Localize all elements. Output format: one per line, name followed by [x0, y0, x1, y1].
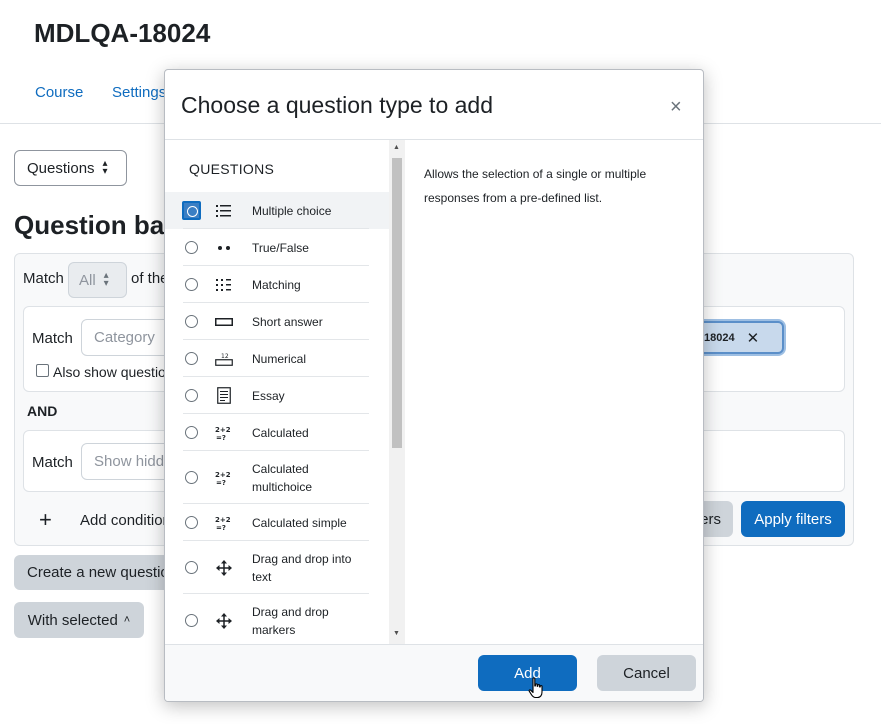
condition2-match-label: Match	[32, 454, 73, 471]
svg-text:2+2: 2+2	[215, 426, 231, 434]
question-type-multiple-choice[interactable]: Multiple choice	[165, 192, 389, 229]
radio-button[interactable]	[185, 389, 198, 402]
two-dots-icon	[215, 239, 233, 257]
radio-button[interactable]	[185, 315, 198, 328]
radio-button[interactable]	[185, 241, 198, 254]
question-type-description: Allows the selection of a single or mult…	[424, 167, 647, 205]
radio-button[interactable]	[185, 471, 198, 484]
nav-tab-settings[interactable]: Settings	[112, 84, 166, 101]
question-type-list: Multiple choice True/False Matching Shor…	[165, 140, 405, 644]
radio-button[interactable]	[185, 516, 198, 529]
match-type-select[interactable]: All ▴ ▾	[68, 262, 127, 298]
scroll-up-icon[interactable]: ▲	[393, 144, 400, 151]
svg-text:2+2: 2+2	[215, 516, 231, 524]
chevron-up-icon: ˄	[123, 614, 131, 626]
page-title: MDLQA-18024	[34, 18, 211, 48]
question-type-label: Short answer	[252, 314, 323, 329]
select-updown-icon: ▴ ▾	[102, 158, 108, 177]
question-type-label: True/False	[252, 240, 309, 255]
and-label: AND	[27, 403, 58, 419]
with-selected-button[interactable]: With selected ˄	[14, 602, 144, 638]
svg-text:=?: =?	[216, 434, 226, 441]
radio-button[interactable]	[185, 561, 198, 574]
essay-page-icon	[215, 387, 233, 405]
move-arrows-icon	[215, 559, 233, 577]
apply-filters-button[interactable]: Apply filters	[741, 501, 845, 537]
radio-button[interactable]	[185, 426, 198, 439]
select-updown-icon: ▴ ▾	[103, 270, 109, 289]
question-type-label: Calculated simple	[252, 515, 347, 530]
calculated-icon: 2+2 =?	[215, 424, 233, 442]
list-icon	[215, 202, 233, 220]
question-type-calculated[interactable]: 2+2 =? Calculated	[165, 414, 389, 451]
question-type-label: Multiple choice	[252, 203, 332, 218]
hand-cursor-icon	[528, 677, 544, 701]
question-type-numerical[interactable]: 12 Numerical	[165, 340, 389, 377]
question-type-calculated-simple[interactable]: 2+2 =? Calculated simple	[165, 504, 389, 541]
condition-category-value: Category	[94, 329, 155, 346]
close-icon[interactable]: ×	[670, 97, 682, 117]
condition-match-label: Match	[32, 330, 73, 347]
numerical-icon: 12	[215, 350, 233, 368]
scroll-down-icon[interactable]: ▼	[393, 630, 400, 637]
radio-button[interactable]	[185, 352, 198, 365]
question-type-calculated-multichoice[interactable]: 2+2 =? Calculated multichoice	[165, 451, 389, 504]
question-type-short-answer[interactable]: Short answer	[165, 303, 389, 340]
question-type-label: Calculated multichoice	[252, 461, 313, 494]
add-condition-button[interactable]: Add condition	[80, 512, 171, 529]
svg-text:2+2: 2+2	[215, 471, 231, 479]
scrollbar-thumb[interactable]	[392, 158, 402, 448]
radio-button[interactable]	[185, 278, 198, 291]
cancel-button[interactable]: Cancel	[597, 655, 696, 691]
question-type-drag-drop-markers[interactable]: Drag and drop markers	[165, 594, 389, 644]
nav-tab-course[interactable]: Course	[35, 84, 83, 101]
question-type-true-false[interactable]: True/False	[165, 229, 389, 266]
question-type-label: Essay	[252, 388, 285, 403]
question-type-label: Calculated	[252, 425, 309, 440]
question-type-label: Drag and drop markers	[252, 604, 329, 637]
question-type-matching[interactable]: Matching	[165, 266, 389, 303]
question-type-label: Drag and drop into text	[252, 551, 352, 584]
calculated-multichoice-icon: 2+2 =?	[215, 469, 233, 487]
calculated-simple-icon: 2+2 =?	[215, 514, 233, 532]
question-type-drag-drop-text[interactable]: Drag and drop into text	[165, 541, 389, 594]
short-answer-box-icon	[215, 313, 233, 331]
chip-remove-icon[interactable]: ✕	[747, 329, 760, 347]
match-label: Match	[23, 270, 64, 287]
match-type-value: All	[79, 271, 96, 289]
question-type-modal: Choose a question type to add × QUESTION…	[164, 69, 704, 702]
svg-text:=?: =?	[216, 524, 226, 531]
radio-button[interactable]	[185, 614, 198, 627]
also-show-checkbox[interactable]	[36, 364, 49, 377]
question-type-essay[interactable]: Essay	[165, 377, 389, 414]
svg-text:12: 12	[221, 353, 229, 360]
matching-grid-icon	[215, 276, 233, 294]
plus-icon[interactable]: +	[39, 507, 52, 533]
modal-title: Choose a question type to add	[181, 92, 494, 118]
questions-select[interactable]: Questions ▴ ▾	[14, 150, 127, 186]
svg-text:=?: =?	[216, 479, 226, 486]
question-type-label: Matching	[252, 277, 301, 292]
questions-select-value: Questions	[27, 159, 95, 177]
radio-button[interactable]	[182, 201, 201, 220]
move-arrows-icon	[215, 612, 233, 630]
question-type-label: Numerical	[252, 351, 307, 366]
with-selected-label: With selected	[27, 611, 118, 629]
